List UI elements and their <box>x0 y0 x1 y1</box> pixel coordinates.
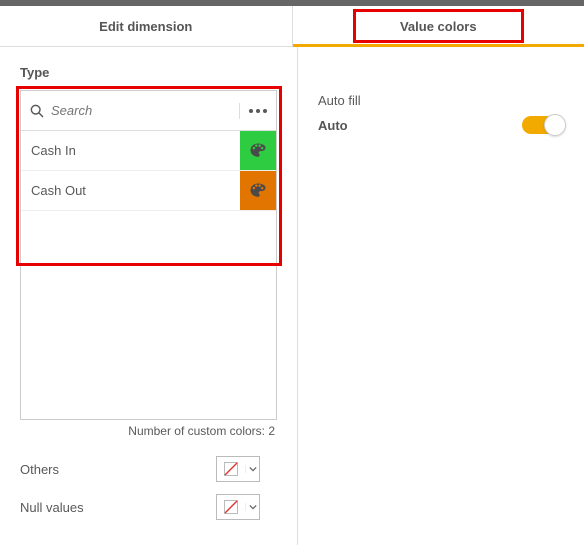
no-color-icon <box>217 499 245 515</box>
value-list-box: Cash In Cash Out <box>20 90 277 420</box>
palette-icon <box>248 181 268 201</box>
auto-toggle-row: Auto <box>318 116 564 134</box>
autofill-section: Auto fill Auto <box>318 93 564 134</box>
bottom-options: Others Null values <box>20 456 277 520</box>
left-panel: Type <box>0 47 298 545</box>
color-swatch-button[interactable] <box>240 131 276 170</box>
ellipsis-icon <box>249 109 267 113</box>
search-row <box>21 91 276 131</box>
chevron-down-icon <box>245 503 259 511</box>
null-values-label: Null values <box>20 500 84 515</box>
color-swatch-button[interactable] <box>240 171 276 210</box>
active-tab-indicator <box>293 44 584 47</box>
others-row: Others <box>20 456 260 482</box>
auto-text: Auto <box>318 118 348 133</box>
type-heading: Type <box>20 65 277 80</box>
tab-label: Value colors <box>400 19 477 34</box>
toggle-knob <box>544 114 566 136</box>
main-content: Type <box>0 47 584 545</box>
tab-edit-dimension[interactable]: Edit dimension <box>0 6 293 46</box>
tab-bar: Edit dimension Value colors <box>0 6 584 47</box>
tab-label: Edit dimension <box>99 19 192 34</box>
no-color-icon <box>217 461 245 477</box>
list-item[interactable]: Cash In <box>21 131 276 171</box>
list-item-label: Cash In <box>21 131 240 170</box>
custom-colors-count: Number of custom colors: 2 <box>20 424 277 438</box>
more-actions-button[interactable] <box>240 109 276 113</box>
right-panel: Auto fill Auto <box>298 47 584 545</box>
chevron-down-icon <box>245 465 259 473</box>
search-cell[interactable] <box>21 103 240 119</box>
palette-icon <box>248 141 268 161</box>
search-input[interactable] <box>51 103 231 118</box>
autofill-toggle[interactable] <box>522 116 564 134</box>
search-icon <box>29 103 45 119</box>
tab-value-colors[interactable]: Value colors <box>293 6 584 46</box>
list-item-label: Cash Out <box>21 171 240 210</box>
others-label: Others <box>20 462 59 477</box>
null-values-row: Null values <box>20 494 260 520</box>
list-item[interactable]: Cash Out <box>21 171 276 211</box>
list-wrapper: Cash In Cash Out <box>20 90 277 420</box>
others-color-picker[interactable] <box>216 456 260 482</box>
null-color-picker[interactable] <box>216 494 260 520</box>
autofill-label: Auto fill <box>318 93 564 108</box>
